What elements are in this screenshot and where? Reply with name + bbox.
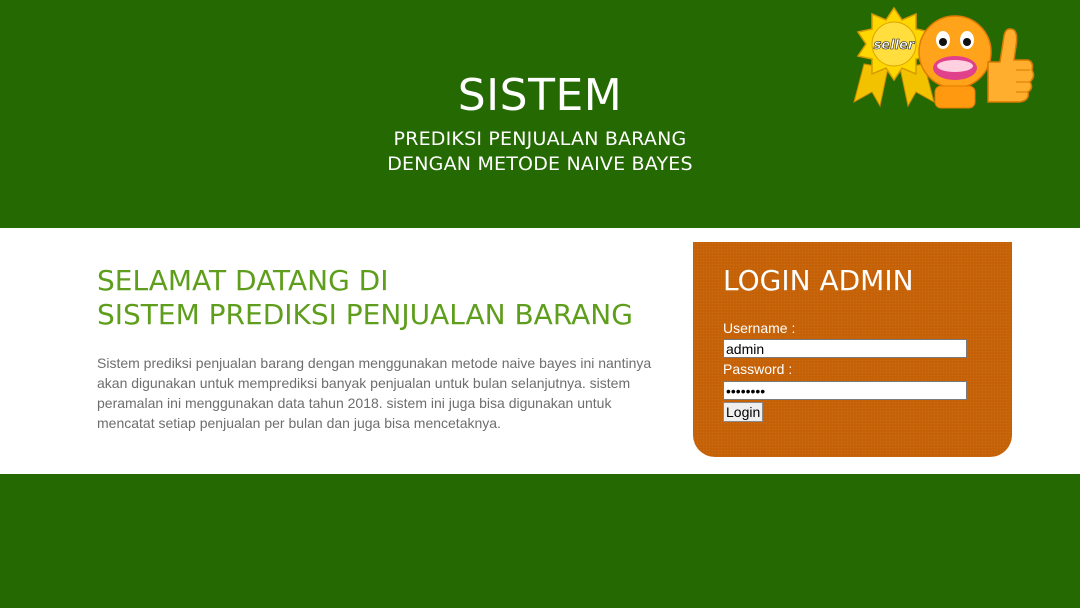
thumbs-up-seller-badge-icon: seller (853, 6, 1035, 109)
site-subtitle-line1: PREDIKSI PENJUALAN BARANG (393, 128, 687, 150)
header-banner: SISTEM PREDIKSI PENJUALAN BARANG DENGAN … (0, 0, 1080, 228)
badge-text: seller (874, 38, 916, 53)
welcome-heading-line1: SELAMAT DATANG DI (97, 264, 389, 297)
footer-bar (0, 474, 1080, 608)
username-input[interactable] (723, 339, 967, 358)
site-subtitle-line2: DENGAN METODE NAIVE BAYES (387, 153, 693, 175)
username-label: Username : (723, 320, 796, 336)
password-input[interactable] (723, 381, 967, 400)
welcome-heading-line2: SISTEM PREDIKSI PENJUALAN BARANG (97, 298, 633, 331)
login-button[interactable]: Login (723, 402, 764, 422)
login-panel: LOGIN ADMIN Username : Password : Login (693, 242, 1012, 457)
welcome-description: Sistem prediksi penjualan barang dengan … (97, 355, 652, 431)
login-title: LOGIN ADMIN (723, 264, 914, 297)
password-label: Password : (723, 361, 793, 377)
